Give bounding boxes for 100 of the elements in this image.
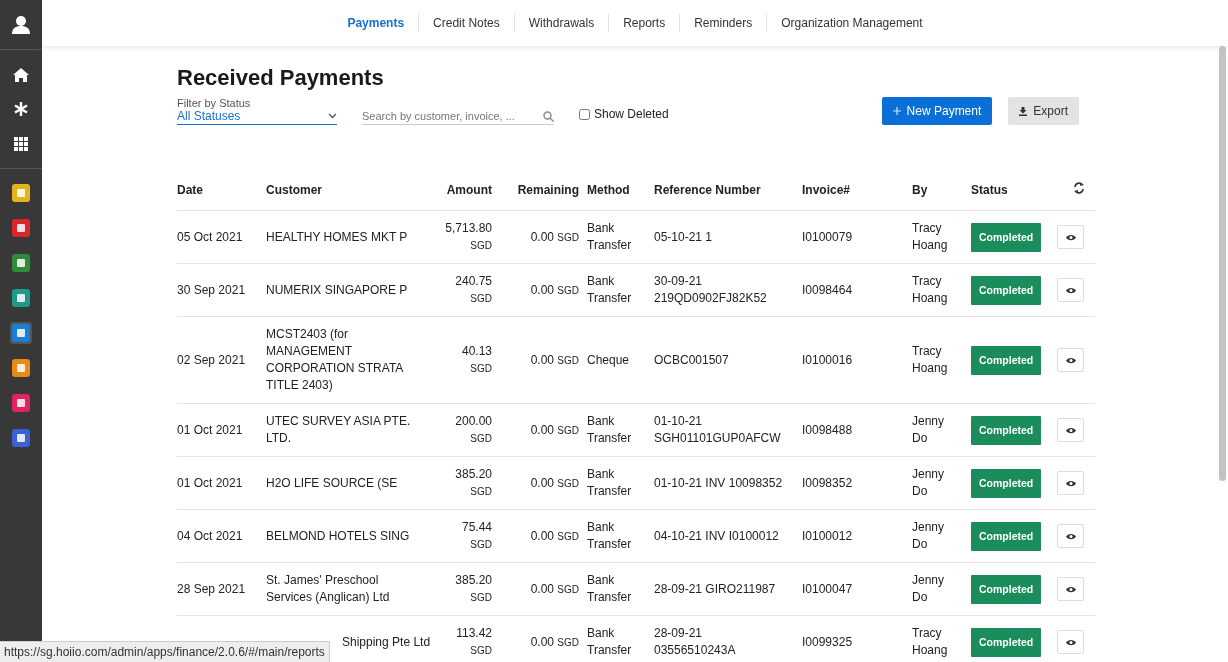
reference-cell-text: 04-10-21 INV I0100012: [654, 527, 780, 545]
date-cell-text: 02 Sep 2021: [177, 351, 247, 369]
reference-cell-text: 01-10-21 SGH01101GUP0AFCW: [654, 413, 782, 447]
by-cell-text: Tracy Hoang: [912, 625, 949, 659]
eye-icon: [1065, 532, 1076, 540]
app-icon[interactable]: [12, 219, 30, 237]
app-icon[interactable]: [12, 324, 30, 342]
view-button[interactable]: [1057, 471, 1084, 495]
amount-cell-text: 5,713.80 SGD: [444, 220, 492, 253]
nav-tab[interactable]: Reminders: [679, 14, 767, 32]
view-button[interactable]: [1057, 524, 1084, 548]
amount-cell-text: 385.20 SGD: [454, 466, 492, 499]
remaining-cell: 0.00 SGD: [530, 229, 579, 244]
customer-cell-text: NUMERIX SINGAPORE P: [266, 281, 409, 299]
remaining-cell: 0.00 SGD: [530, 422, 579, 437]
column-header: Customer: [266, 182, 322, 197]
app-icon[interactable]: [12, 184, 30, 202]
amount-cell-text: 40.13 SGD: [460, 343, 492, 376]
customer-cell-text: St. James' Preschool Services (Anglican) Ltd: [266, 572, 391, 606]
by-cell-text: Jenny Do: [912, 519, 946, 553]
checkbox-label: Show Deleted: [594, 107, 669, 121]
nav-tab[interactable]: Organization Management: [766, 14, 937, 32]
invoice-cell-text: I0100012: [802, 527, 854, 545]
app-icon[interactable]: [12, 359, 30, 377]
eye-icon: [1065, 233, 1076, 241]
remaining-cell: 0.00 SGD: [530, 282, 579, 297]
date-cell-text: 05 Oct 2021: [177, 228, 244, 246]
amount-cell-text: 200.00 SGD: [454, 413, 492, 446]
eye-icon: [1065, 356, 1076, 364]
invoice-cell-text: I0098352: [802, 474, 854, 492]
new-payment-button[interactable]: New Payment: [881, 97, 993, 125]
method-cell-text: Bank Transfer: [587, 519, 633, 553]
refresh-icon[interactable]: [1073, 181, 1085, 195]
home-icon[interactable]: [13, 66, 29, 82]
date-cell-text: 01 Oct 2021: [177, 421, 244, 439]
eye-icon: [1065, 638, 1076, 646]
view-button[interactable]: [1057, 278, 1084, 302]
app-icon[interactable]: [12, 429, 30, 447]
plus-icon: [892, 107, 901, 115]
customer-cell-text: H2O LIFE SOURCE (SE: [266, 474, 399, 492]
user-icon[interactable]: [11, 15, 31, 35]
amount-cell-text: 240.75 SGD: [454, 273, 492, 306]
status-badge: Completed: [971, 415, 1042, 445]
column-header: Remaining: [517, 182, 579, 197]
remaining-cell: 0.00 SGD: [530, 352, 579, 367]
export-button[interactable]: Export: [1008, 97, 1079, 125]
view-button[interactable]: [1057, 577, 1084, 601]
invoice-cell-text: I0098464: [802, 281, 854, 299]
by-cell-text: Jenny Do: [912, 466, 946, 500]
apps-grid-icon[interactable]: [14, 137, 28, 151]
reference-cell-text: 28-09-21 03556510243A: [654, 625, 737, 659]
view-button[interactable]: [1057, 225, 1084, 249]
customer-cell-text: BELMOND HOTELS SING: [266, 527, 411, 545]
date-cell-text: 30 Sep 2021: [177, 281, 247, 299]
app-icon[interactable]: [12, 394, 30, 412]
reference-cell: 01-10-21 INV 10098352: [654, 474, 784, 492]
amount-cell-text: 385.20 SGD: [454, 572, 492, 605]
remaining-cell: 0.00 SGD: [530, 528, 579, 543]
remaining-cell: 0.00 SGD: [530, 634, 579, 649]
column-header: Reference Number: [654, 182, 761, 197]
amount-cell-text: 75.44 SGD: [460, 519, 492, 552]
view-button[interactable]: [1057, 348, 1084, 372]
reference-cell-text: OCBC001507: [654, 351, 730, 369]
column-header: Method: [587, 182, 630, 197]
invoice-cell-text: I0099325: [802, 633, 854, 651]
column-header: Date: [177, 182, 203, 197]
column-header: Invoice#: [802, 182, 851, 197]
search-icon: [543, 110, 554, 122]
remaining-cell: 0.00 SGD: [530, 475, 579, 490]
app-icon[interactable]: [12, 254, 30, 272]
status-badge: Completed: [971, 468, 1042, 498]
nav-tab[interactable]: Payments: [333, 14, 419, 32]
column-header: Status: [971, 182, 1008, 197]
nav-tab[interactable]: Credit Notes: [418, 14, 514, 32]
app-icon[interactable]: [12, 289, 30, 307]
nav-tab[interactable]: Withdrawals: [513, 14, 609, 32]
date-cell-text: 04 Oct 2021: [177, 527, 244, 545]
invoice-cell-text: I0100079: [802, 228, 854, 246]
customer-cell-text: UTEC SURVEY ASIA PTE. LTD.: [266, 413, 412, 447]
status-dropdown[interactable]: All Statuses: [177, 109, 337, 125]
view-button[interactable]: [1057, 630, 1084, 654]
by-cell-text: Tracy Hoang: [912, 220, 949, 254]
scrollbar[interactable]: [1219, 46, 1226, 481]
remaining-cell: 0.00 SGD: [530, 581, 579, 596]
method-cell-text: Cheque: [587, 351, 631, 369]
method-cell-text: Bank Transfer: [587, 466, 633, 500]
view-button[interactable]: [1057, 418, 1084, 442]
show-deleted-checkbox[interactable]: [579, 108, 590, 120]
nav-tab[interactable]: Reports: [608, 14, 680, 32]
by-cell-text: Tracy Hoang: [912, 273, 949, 307]
column-header: Amount: [446, 182, 492, 197]
invoice-cell-text: I0100047: [802, 580, 854, 598]
chevron-down-icon: [328, 113, 337, 119]
customer-cell: Shipping Pte Ltd: [342, 633, 431, 651]
eye-icon: [1065, 585, 1076, 593]
status-badge: Completed: [971, 275, 1042, 305]
eye-icon: [1065, 286, 1076, 294]
invoice-cell-text: I0098488: [802, 421, 854, 439]
asterisk-icon[interactable]: [14, 102, 28, 116]
reference-cell-text: 05-10-21 1: [654, 228, 714, 246]
